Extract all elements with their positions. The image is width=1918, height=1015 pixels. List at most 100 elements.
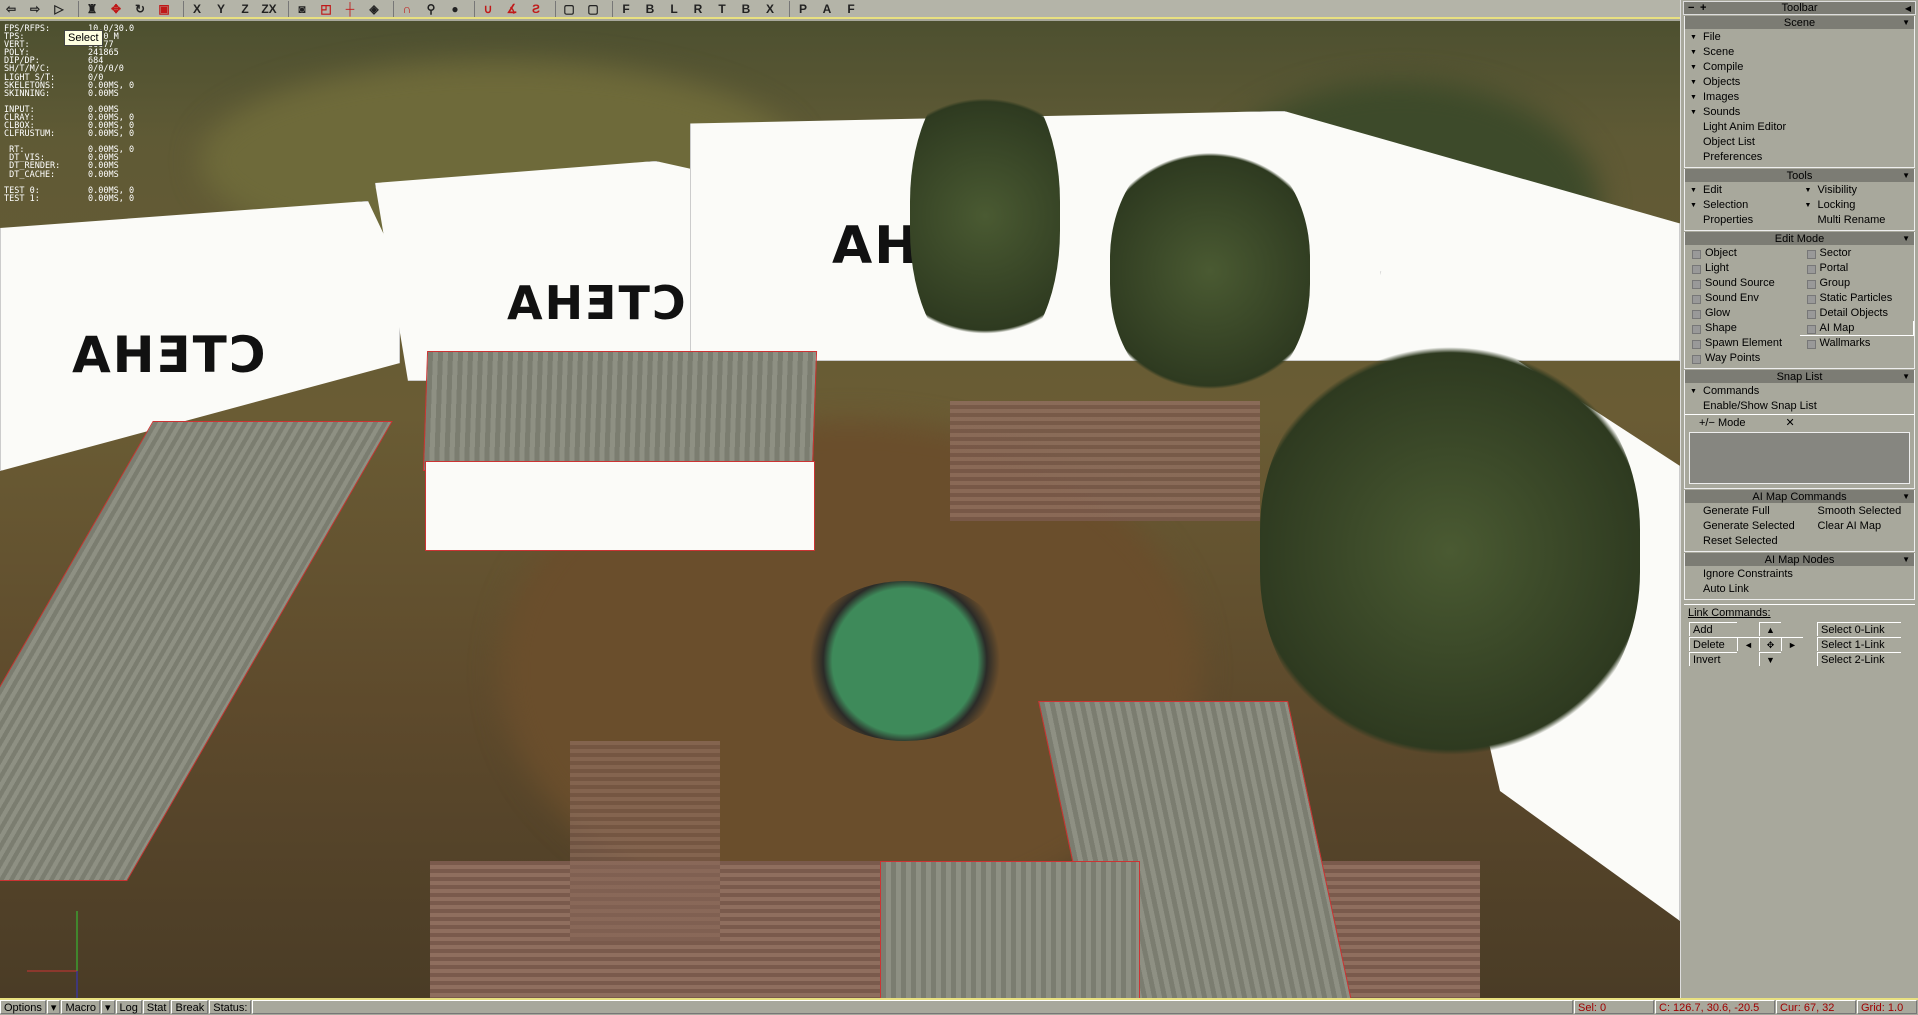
break-button[interactable]: Break (171, 1000, 209, 1014)
arrow-down-icon[interactable]: ▼ (1759, 652, 1781, 666)
snap-clear-button[interactable]: ✕ (1785, 415, 1794, 430)
magnet-vertex-icon[interactable]: ∪ (479, 1, 497, 17)
arrow-right-icon[interactable]: ► (1781, 637, 1803, 651)
perspective-icon[interactable]: P (794, 1, 812, 17)
ai-map-nodes-header[interactable]: AI Map Nodes ▼ (1685, 553, 1914, 566)
arrow-up-icon[interactable]: ▲ (1759, 622, 1781, 636)
move-icon[interactable]: ✥ (107, 1, 125, 17)
3d-viewport[interactable]: СТЕНА СТЕНА СТЕНА FPS/RFPS:10.0/30.0TPS:… (0, 21, 1680, 998)
edit-mode-checkbox-object[interactable]: Object (1685, 246, 1800, 261)
edit-mode-checkbox-portal[interactable]: Portal (1800, 261, 1915, 276)
bomb-icon[interactable]: ● (446, 1, 464, 17)
options-dropdown-icon[interactable]: ▾ (46, 1000, 61, 1014)
edit-mode-checkbox-spawn-element[interactable]: Spawn Element (1685, 336, 1800, 351)
view-front[interactable]: F (617, 1, 635, 17)
menu-item-light-anim-editor[interactable]: Light Anim Editor (1685, 120, 1914, 135)
zoom-extent-icon[interactable]: ▢ (560, 1, 578, 17)
magnet-2-icon[interactable]: Ƨ (527, 1, 545, 17)
edit-mode-checkbox-sound-env[interactable]: Sound Env (1685, 291, 1800, 306)
tools-item-properties[interactable]: Properties (1685, 213, 1800, 228)
ai-map-commands-header[interactable]: AI Map Commands ▼ (1685, 490, 1914, 503)
menu-item-objects[interactable]: Objects (1685, 75, 1914, 90)
log-button[interactable]: Log (115, 1000, 142, 1014)
axis-y-icon[interactable]: Y (212, 1, 230, 17)
edit-mode-checkbox-shape[interactable]: Shape (1685, 321, 1800, 336)
view-bottom[interactable]: B (737, 1, 755, 17)
axonometric-icon[interactable]: A (818, 1, 836, 17)
edit-mode-checkbox-light[interactable]: Light (1685, 261, 1800, 276)
edit-mode-checkbox-static-particles[interactable]: Static Particles (1800, 291, 1915, 306)
link-delete-button[interactable]: Delete (1689, 637, 1737, 651)
edit-mode-header[interactable]: Edit Mode ▼ (1685, 232, 1914, 245)
expand-button[interactable]: + (1700, 2, 1706, 14)
select-1-link-button[interactable]: Select 1-Link (1817, 637, 1901, 651)
tools-item-edit[interactable]: Edit (1685, 183, 1800, 198)
snap-mode-button[interactable]: +/− Mode (1699, 415, 1745, 430)
menu-item-file[interactable]: File (1685, 30, 1914, 45)
ai-cmd-smooth-selected[interactable]: Smooth Selected (1800, 504, 1915, 519)
enable-snap-list[interactable]: Enable/Show Snap List (1685, 399, 1914, 414)
edit-mode-checkbox-glow[interactable]: Glow (1685, 306, 1800, 321)
chevron-down-icon[interactable]: ▼ (1902, 171, 1910, 180)
chevron-down-icon[interactable]: ▼ (1902, 18, 1910, 27)
snap-pivot-icon[interactable]: ┼ (341, 1, 359, 17)
ai-node-auto-link[interactable]: Auto Link (1685, 582, 1914, 597)
menu-item-object-list[interactable]: Object List (1685, 135, 1914, 150)
menu-item-compile[interactable]: Compile (1685, 60, 1914, 75)
magnet-icon[interactable]: ∩ (398, 1, 416, 17)
menu-item-sounds[interactable]: Sounds (1685, 105, 1914, 120)
view-back[interactable]: B (641, 1, 659, 17)
edit-mode-checkbox-detail-objects[interactable]: Detail Objects (1800, 306, 1915, 321)
menu-item-scene[interactable]: Scene (1685, 45, 1914, 60)
snap-object-icon[interactable]: ◈ (365, 1, 383, 17)
edit-mode-checkbox-sector[interactable]: Sector (1800, 246, 1915, 261)
view-top[interactable]: T (713, 1, 731, 17)
link-add-button[interactable]: Add (1689, 622, 1737, 636)
move-cross-icon[interactable]: ✥ (1759, 637, 1781, 651)
macro-button[interactable]: Macro (61, 1000, 101, 1014)
menu-item-preferences[interactable]: Preferences (1685, 150, 1914, 165)
menu-item-images[interactable]: Images (1685, 90, 1914, 105)
chevron-down-icon[interactable]: ▼ (1902, 555, 1910, 564)
redo-icon[interactable]: ⇨ (26, 1, 44, 17)
chevron-down-icon[interactable]: ▼ (1902, 492, 1910, 501)
undo-icon[interactable]: ⇦ (2, 1, 20, 17)
free-icon[interactable]: F (842, 1, 860, 17)
select-2-link-button[interactable]: Select 2-Link (1817, 652, 1901, 666)
chevron-down-icon[interactable]: ▼ (1902, 372, 1910, 381)
scene-header[interactable]: Scene ▼ (1685, 16, 1914, 29)
tools-item-visibility[interactable]: Visibility (1800, 183, 1915, 198)
panel-arrow-icon[interactable]: ◀ (1905, 4, 1911, 13)
snap-box-icon[interactable]: ◰ (317, 1, 335, 17)
ai-cmd-clear-ai-map[interactable]: Clear AI Map (1800, 519, 1915, 534)
ai-cmd-generate-full[interactable]: Generate Full (1685, 504, 1800, 519)
snap-commands[interactable]: Commands (1685, 384, 1914, 399)
magnet-angle-icon[interactable]: ∡ (503, 1, 521, 17)
view-reset[interactable]: X (761, 1, 779, 17)
axis-x-icon[interactable]: X (188, 1, 206, 17)
snap-list-box[interactable] (1689, 432, 1910, 484)
macro-dropdown-icon[interactable]: ▾ (101, 1000, 115, 1014)
edit-mode-checkbox-sound-source[interactable]: Sound Source (1685, 276, 1800, 291)
select-0-link-button[interactable]: Select 0-Link (1817, 622, 1901, 636)
arrow-left-icon[interactable]: ◄ (1737, 637, 1759, 651)
view-right[interactable]: R (689, 1, 707, 17)
magnet-object-icon[interactable]: ⚲ (422, 1, 440, 17)
tools-item-selection[interactable]: Selection (1685, 198, 1800, 213)
select-arrow-icon[interactable]: ▷ (50, 1, 68, 17)
axis-z-icon[interactable]: Z (236, 1, 254, 17)
tools-item-multi-rename[interactable]: Multi Rename (1800, 213, 1915, 228)
scale-icon[interactable]: ▣ (155, 1, 173, 17)
link-invert-button[interactable]: Invert (1689, 652, 1737, 666)
csg-icon[interactable]: ◙ (293, 1, 311, 17)
edit-mode-checkbox-group[interactable]: Group (1800, 276, 1915, 291)
chevron-down-icon[interactable]: ▼ (1902, 234, 1910, 243)
stat-button[interactable]: Stat (142, 1000, 171, 1014)
ai-cmd-reset-selected[interactable]: Reset Selected (1685, 534, 1800, 549)
options-button[interactable]: Options (0, 1000, 46, 1014)
rotate-icon[interactable]: ↻ (131, 1, 149, 17)
select-object-icon[interactable]: ♜ (83, 1, 101, 17)
collapse-button[interactable]: − (1688, 2, 1694, 14)
edit-mode-checkbox-way-points[interactable]: Way Points (1685, 351, 1800, 366)
ai-node-ignore-constraints[interactable]: Ignore Constraints (1685, 567, 1914, 582)
